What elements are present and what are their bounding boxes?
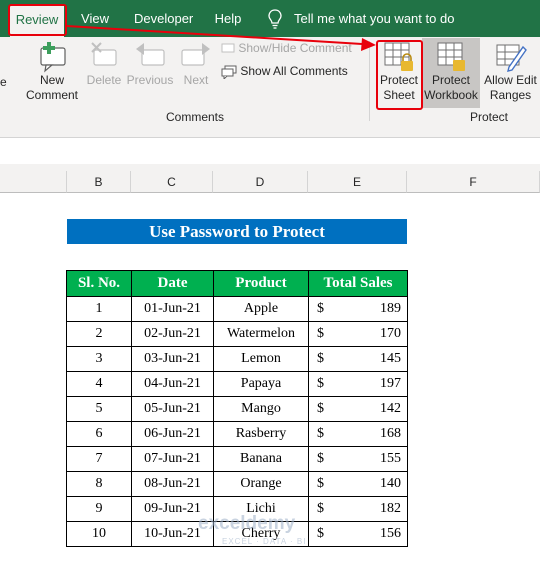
arrow-annotation	[66, 25, 376, 51]
